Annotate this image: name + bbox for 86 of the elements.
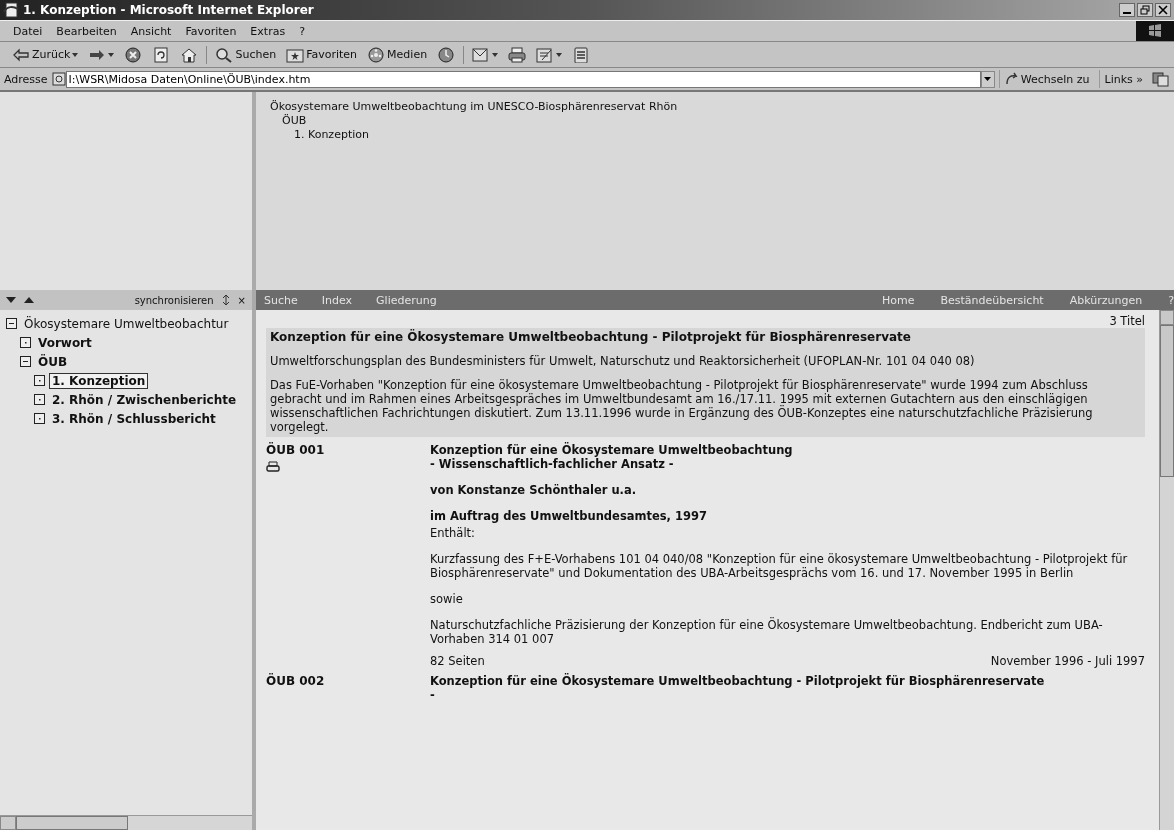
sync-arrows-icon[interactable] — [221, 294, 230, 306]
menu-item[interactable]: Extras — [243, 24, 293, 38]
mail-button[interactable] — [470, 45, 501, 64]
sync-link[interactable]: synchronisieren — [134, 294, 214, 306]
minimize-button[interactable] — [1119, 3, 1135, 17]
minimize-icon — [1123, 12, 1131, 14]
refresh-icon — [152, 46, 171, 63]
record-author: von Konstanze Schönthaler u.a. — [430, 483, 638, 497]
address-field[interactable]: I:\WSR\Midosa Daten\Online\ÖUB\index.htm — [65, 70, 981, 88]
nav-link[interactable]: Abkürzungen — [1069, 293, 1143, 307]
tree-item[interactable]: Vorwort — [35, 334, 95, 351]
contents-label: Enthält: — [430, 526, 476, 540]
printer-icon — [508, 46, 527, 63]
tree-item[interactable]: ÖUB — [35, 353, 71, 370]
record-description: sowie — [430, 592, 464, 606]
record-title: Konzeption für eine Ökosystemare Umweltbeobachtung - Pilotprojekt für Biosphärenreservate - — [430, 674, 1046, 702]
intro-subtitle: Umweltforschungsplan des Bundesministers für Umwelt, Naturschutz und Reaktorsicherheit (UFOPLAN-Nr. 101 04 040 08) — [270, 354, 976, 368]
printer-icon[interactable] — [266, 461, 280, 473]
film-reel-icon — [367, 46, 386, 63]
curved-arrow-icon — [1004, 72, 1019, 86]
expand-box-icon[interactable] — [34, 375, 45, 386]
envelope-icon — [472, 46, 491, 63]
search-button[interactable]: Suchen — [213, 45, 279, 64]
tree-item[interactable]: Ökosystemare Umweltbeobachtur — [21, 315, 232, 332]
date-range: November 1996 - Juli 1997 — [990, 654, 1145, 668]
magnifier-icon — [215, 46, 234, 63]
breadcrumb-line: ÖUB — [281, 114, 308, 128]
go-button[interactable]: Wechseln zu — [998, 70, 1095, 88]
menu-item[interactable]: Ansicht — [123, 24, 179, 38]
expand-up-icon[interactable] — [24, 296, 34, 304]
close-sidebar-button[interactable]: × — [237, 294, 246, 306]
clock-icon — [437, 46, 456, 63]
links-button[interactable]: Links » — [1098, 70, 1148, 88]
media-button[interactable]: Medien — [365, 45, 430, 64]
record-title: Konzeption für eine Ökosystemare Umweltbeobachtung - Wissenschaftlich-fachlicher Ansatz - — [430, 443, 794, 471]
restore-button[interactable] — [1137, 3, 1153, 17]
expand-box-icon[interactable] — [34, 394, 45, 405]
tree-item[interactable]: 2. Rhön / Zwischenberichte — [49, 391, 240, 408]
edit-button[interactable] — [534, 45, 565, 64]
favorites-button[interactable]: Favoriten — [284, 45, 360, 64]
horizontal-scrollbar[interactable] — [0, 815, 252, 830]
nav-link[interactable]: Gliederung — [376, 293, 437, 307]
home-icon — [180, 46, 199, 63]
collapse-box-icon[interactable] — [6, 318, 17, 329]
record-description: Naturschutzfachliche Präzisierung der Konzeption für eine Ökosystemare Umweltbeobachtung. Endbericht zum UBA-Vorhaben 314 01 007 — [430, 618, 1104, 646]
breadcrumb-line: 1. Konzeption — [293, 128, 370, 142]
document-icon — [572, 46, 591, 63]
menu-item[interactable]: ? — [292, 24, 312, 38]
nav-link[interactable]: Home — [882, 293, 915, 307]
stop-icon — [124, 46, 143, 63]
intro-text: Das FuE-Vorhaben "Konzeption für eine ökosystemare Umweltbeobachtung - Pilotprojekt für Biosphärenreservate" wurde 1994 zum Abschluss gebracht und im Rahmen eines Arbeitsgespräches im Umweltbundesamt am 16./17.11. 1995 mit externen Gutachtern aus den einschlägigen wissenschaftlichen Fachrichtungen diskutiert. Zum 13.11.1996 wurde in Ergänzung des ÖUB-Konzeptes eine naturschutzfachliche Präzisierung vorgelegt. — [270, 378, 1094, 434]
app-icon — [3, 2, 19, 18]
expand-box-icon[interactable] — [20, 337, 31, 348]
restore-icon — [1140, 5, 1150, 15]
record-description: Kurzfassung des F+E-Vorhabens 101 04 040/08 "Konzeption für eine ökosystemare Umweltbeobachtung - Pilotprojekt für Biosphärenreservate" und Dokumentation des UBA-Arbeitsgesprächs vom 16. und 17. November 1995 in Berlin — [430, 552, 1129, 580]
back-button[interactable]: Zurück — [10, 45, 81, 64]
record-id: ÖUB 002 — [266, 674, 326, 688]
close-button[interactable] — [1155, 3, 1171, 17]
tree-item[interactable]: 3. Rhön / Schlussbericht — [49, 410, 219, 427]
windows-logo-icon — [1136, 21, 1174, 41]
vertical-scrollbar[interactable] — [1159, 310, 1174, 830]
record-commission: im Auftrag des Umweltbundesamtes, 1997 — [430, 509, 708, 523]
result-count: 3 Titel — [1108, 314, 1145, 328]
intro-title: Konzeption für eine Ökosystemare Umweltbeobachtung - Pilotprojekt für Biosphärenreservate — [270, 330, 912, 344]
notepad-icon — [536, 46, 555, 63]
nav-link[interactable]: ? — [1168, 293, 1174, 307]
nav-link[interactable]: Beständeübersicht — [940, 293, 1044, 307]
record-id: ÖUB 001 — [266, 443, 326, 457]
expand-box-icon[interactable] — [34, 413, 45, 424]
caret-icon — [984, 77, 992, 81]
nav-link[interactable]: Suche — [264, 293, 298, 307]
collapse-down-icon[interactable] — [6, 296, 16, 304]
page-count: 82 Seiten — [430, 654, 485, 668]
nav-link[interactable]: Index — [321, 293, 353, 307]
window-title: 1. Konzeption - Microsoft Internet Explorer — [23, 3, 315, 17]
page-icon — [51, 72, 66, 86]
menu-item[interactable]: Datei — [6, 24, 50, 38]
print-button[interactable] — [506, 45, 529, 64]
back-arrow-icon — [12, 46, 30, 63]
menu-item[interactable]: Favoriten — [178, 24, 244, 38]
collapse-box-icon[interactable] — [20, 356, 31, 367]
tree-item[interactable]: 1. Konzeption — [49, 372, 149, 389]
menu-item[interactable]: Bearbeiten — [49, 24, 124, 38]
close-icon — [1158, 5, 1168, 15]
breadcrumb-line: Ökosystemare Umweltbeobachtung im UNESCO-Biosphärenreservat Rhön — [270, 100, 679, 114]
address-label: Adresse — [4, 72, 48, 86]
